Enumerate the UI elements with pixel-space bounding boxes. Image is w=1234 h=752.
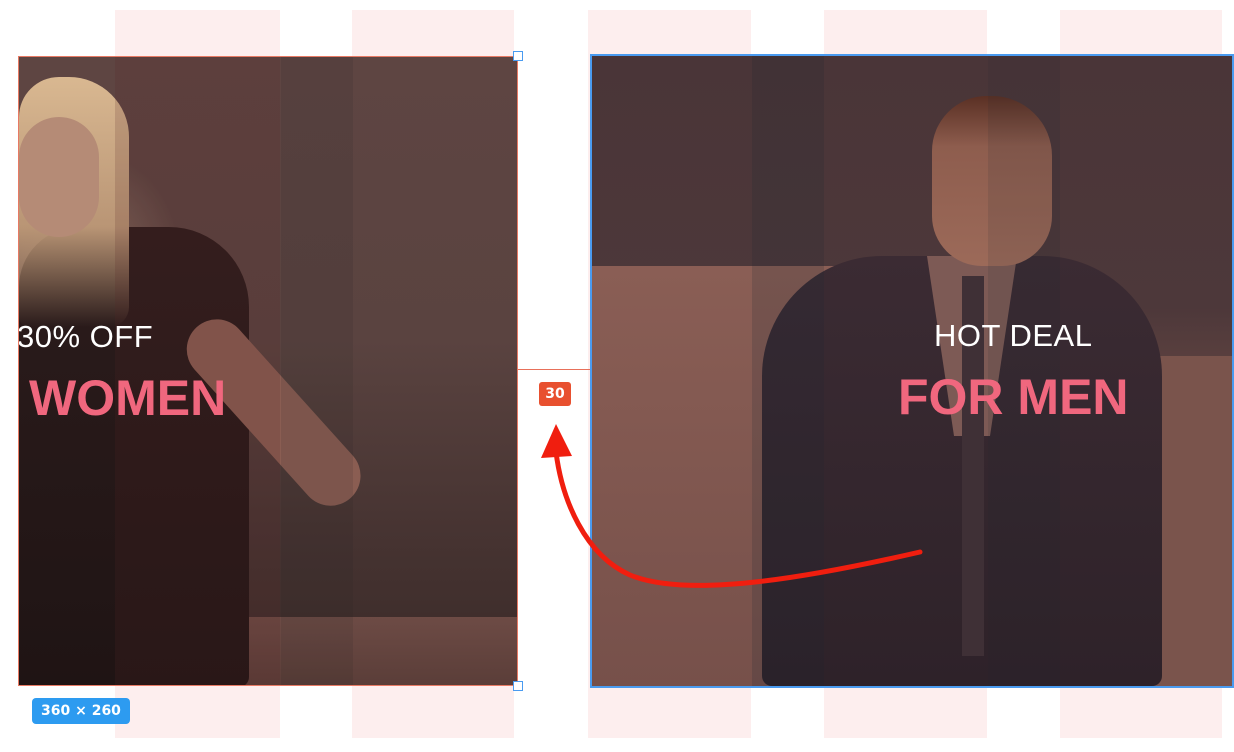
women-banner-card[interactable]: 30% OFF WOMEN	[18, 56, 518, 686]
banner-subtitle[interactable]: 30% OFF	[19, 319, 153, 355]
spacing-value-badge: 30	[539, 382, 571, 406]
men-banner-card[interactable]: HOT DEAL FOR MEN	[590, 54, 1234, 688]
banner-title[interactable]: FOR MEN	[898, 368, 1129, 426]
resize-handle-top-right[interactable]	[513, 51, 523, 61]
grid-overlay	[752, 56, 824, 686]
banner-title[interactable]: WOMEN	[29, 369, 226, 427]
spacing-guide-line	[518, 369, 590, 370]
banner-subtitle[interactable]: HOT DEAL	[934, 318, 1092, 354]
dimensions-badge: 360 × 260	[32, 698, 130, 724]
banner-photo-face	[19, 117, 99, 237]
resize-handle-bottom-right[interactable]	[513, 681, 523, 691]
grid-overlay	[281, 57, 353, 685]
